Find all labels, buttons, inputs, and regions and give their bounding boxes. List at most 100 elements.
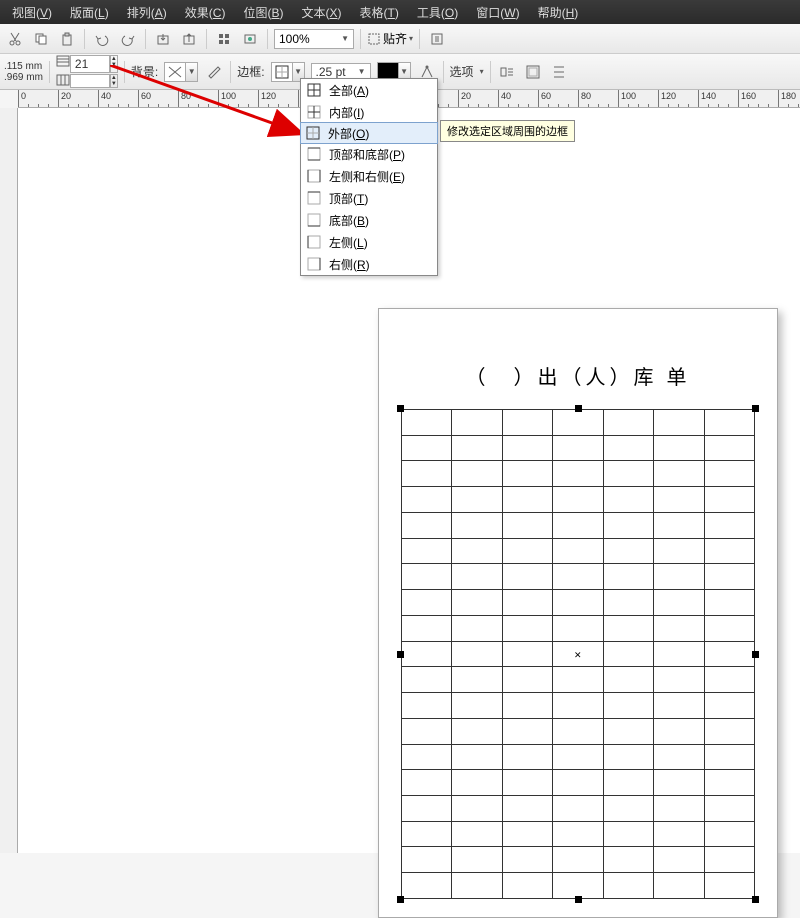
- table-cell[interactable]: [502, 821, 552, 847]
- table-cell[interactable]: [654, 796, 704, 822]
- table-cell[interactable]: [502, 538, 552, 564]
- border-option-i[interactable]: 内部(I): [301, 101, 437, 123]
- menu-bitmaps[interactable]: 位图(B): [235, 2, 291, 23]
- table-cell[interactable]: [553, 461, 603, 487]
- table-cell[interactable]: [704, 590, 754, 616]
- table-cell[interactable]: [654, 512, 704, 538]
- border-option-r[interactable]: 右侧(R): [301, 253, 437, 275]
- table-cell[interactable]: [603, 461, 653, 487]
- table-cell[interactable]: [553, 847, 603, 873]
- table-cell[interactable]: [553, 693, 603, 719]
- menu-text[interactable]: 文本(X): [293, 2, 349, 23]
- handle-sw[interactable]: [397, 896, 404, 903]
- table-cell[interactable]: [502, 615, 552, 641]
- table-cell[interactable]: [402, 667, 452, 693]
- table-cell[interactable]: [502, 590, 552, 616]
- table-cell[interactable]: [603, 667, 653, 693]
- table-cell[interactable]: [452, 693, 502, 719]
- handle-n[interactable]: [575, 405, 582, 412]
- table-cell[interactable]: [452, 590, 502, 616]
- table-cell[interactable]: [603, 615, 653, 641]
- table-cell[interactable]: [654, 641, 704, 667]
- table-cell[interactable]: [452, 744, 502, 770]
- table-cell[interactable]: [502, 435, 552, 461]
- zoom-level[interactable]: 100%▼: [274, 29, 354, 49]
- table-cell[interactable]: [704, 538, 754, 564]
- table-cell[interactable]: [452, 512, 502, 538]
- table-cell[interactable]: [452, 847, 502, 873]
- table-cell[interactable]: [603, 821, 653, 847]
- table-cell[interactable]: [502, 487, 552, 513]
- handle-nw[interactable]: [397, 405, 404, 412]
- center-marker[interactable]: ✕: [574, 650, 582, 661]
- table-cell[interactable]: [553, 873, 603, 899]
- table-cell[interactable]: [704, 873, 754, 899]
- table-cell[interactable]: [502, 770, 552, 796]
- table-cell[interactable]: [553, 821, 603, 847]
- table-cell[interactable]: [603, 590, 653, 616]
- table-cell[interactable]: [654, 770, 704, 796]
- table-cell[interactable]: [402, 873, 452, 899]
- handle-w[interactable]: [397, 651, 404, 658]
- table-object[interactable]: ✕: [401, 409, 755, 899]
- table-cell[interactable]: [452, 718, 502, 744]
- table-cell[interactable]: [704, 744, 754, 770]
- menu-tools[interactable]: 工具(O): [409, 2, 466, 23]
- table-cell[interactable]: [654, 693, 704, 719]
- table-cell[interactable]: [654, 873, 704, 899]
- table-cell[interactable]: [553, 744, 603, 770]
- margins-icon[interactable]: [523, 62, 543, 82]
- table-cell[interactable]: [502, 693, 552, 719]
- table-cell[interactable]: [603, 770, 653, 796]
- edit-fill-icon[interactable]: [204, 62, 224, 82]
- table-cell[interactable]: [452, 796, 502, 822]
- table-cell[interactable]: [553, 564, 603, 590]
- table-cell[interactable]: [603, 512, 653, 538]
- table-cell[interactable]: [603, 410, 653, 436]
- welcome-icon[interactable]: [239, 28, 261, 50]
- table-cell[interactable]: [553, 770, 603, 796]
- redo-icon[interactable]: [117, 28, 139, 50]
- table-cell[interactable]: [553, 718, 603, 744]
- table-cell[interactable]: [402, 487, 452, 513]
- table-cell[interactable]: [502, 873, 552, 899]
- table-cell[interactable]: [502, 667, 552, 693]
- table-cell[interactable]: [603, 744, 653, 770]
- border-option-l[interactable]: 左侧(L): [301, 231, 437, 253]
- table-cell[interactable]: [654, 435, 704, 461]
- border-selector[interactable]: [271, 62, 293, 82]
- paste-icon[interactable]: [56, 28, 78, 50]
- table-cell[interactable]: [654, 538, 704, 564]
- table-cell[interactable]: [502, 847, 552, 873]
- border-option-p[interactable]: 顶部和底部(P): [301, 143, 437, 165]
- table-cell[interactable]: [603, 693, 653, 719]
- table-cell[interactable]: [553, 410, 603, 436]
- rows-down-icon[interactable]: ▼: [111, 62, 117, 68]
- table-cell[interactable]: [502, 410, 552, 436]
- background-fill[interactable]: [164, 62, 186, 82]
- border-option-e[interactable]: 左侧和右侧(E): [301, 165, 437, 187]
- table-cell[interactable]: [452, 873, 502, 899]
- table-cell[interactable]: [603, 847, 653, 873]
- table-cell[interactable]: [553, 615, 603, 641]
- table-cell[interactable]: [704, 615, 754, 641]
- table-cell[interactable]: [704, 487, 754, 513]
- table-cell[interactable]: [603, 641, 653, 667]
- menu-view[interactable]: 视图(V): [4, 2, 60, 23]
- table-cell[interactable]: [402, 461, 452, 487]
- table-cell[interactable]: [704, 770, 754, 796]
- table-cell[interactable]: [502, 744, 552, 770]
- table-cell[interactable]: [654, 410, 704, 436]
- table-cell[interactable]: [402, 590, 452, 616]
- table-cell[interactable]: [654, 564, 704, 590]
- table-cell[interactable]: [704, 796, 754, 822]
- table-cell[interactable]: [452, 487, 502, 513]
- border-option-t[interactable]: 顶部(T): [301, 187, 437, 209]
- table-cell[interactable]: [704, 512, 754, 538]
- handle-se[interactable]: [752, 896, 759, 903]
- distribute-icon[interactable]: [549, 62, 569, 82]
- table-cell[interactable]: [553, 667, 603, 693]
- table-cell[interactable]: [452, 770, 502, 796]
- table-cell[interactable]: [452, 667, 502, 693]
- table-cell[interactable]: [704, 435, 754, 461]
